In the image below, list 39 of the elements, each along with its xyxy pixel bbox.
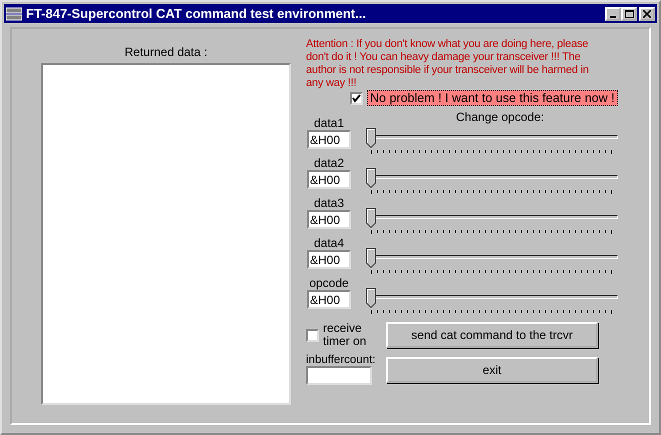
field-label: opcode — [309, 276, 349, 290]
slider-thumb[interactable] — [366, 208, 376, 228]
minimize-button[interactable] — [605, 6, 621, 20]
slider-track[interactable] — [366, 168, 618, 188]
returned-data-label: Returned data : — [124, 45, 208, 59]
confirm-label: No problem ! I want to use this feature now ! — [367, 90, 618, 106]
field-label: data2 — [314, 156, 344, 170]
maximize-button[interactable] — [621, 6, 637, 20]
hex-input[interactable]: &H00 — [307, 250, 351, 269]
app-icon — [6, 6, 22, 20]
hex-input[interactable]: &H00 — [307, 130, 351, 149]
hex-input[interactable]: &H00 — [307, 210, 351, 229]
slider-thumb[interactable] — [366, 248, 376, 268]
field-label: data3 — [314, 196, 344, 210]
hex-input[interactable]: &H00 — [307, 290, 351, 309]
timer-label: receive timer on — [323, 322, 368, 348]
exit-button[interactable]: exit — [386, 356, 598, 382]
slider-thumb[interactable] — [366, 128, 376, 148]
inbuffercount-label: inbuffercount: — [306, 354, 372, 366]
window-title: FT-847-Supercontrol CAT command test environment... — [26, 6, 367, 21]
minimize-icon — [610, 16, 616, 18]
field-label: data4 — [314, 236, 344, 250]
inbuffercount-field[interactable] — [306, 366, 372, 385]
slider-thumb[interactable] — [366, 168, 376, 188]
hex-input[interactable]: &H00 — [307, 170, 351, 189]
field-label: data1 — [314, 116, 344, 130]
slider-track[interactable] — [366, 248, 618, 268]
warning-text: Attention : If you don't know what you are doing here, please don't do it ! You can heavy damage your transceiver !!! The author is not responsible if your transceiver will be harmed in any way !!! — [306, 38, 590, 90]
close-button[interactable] — [639, 6, 655, 20]
timer-checkbox[interactable] — [306, 328, 319, 342]
slider-track[interactable] — [366, 128, 618, 148]
close-icon — [643, 10, 651, 18]
maximize-icon — [624, 10, 634, 18]
send-button[interactable]: send cat command to the trcvr — [386, 322, 598, 348]
slider-track[interactable] — [366, 208, 618, 228]
confirm-checkbox[interactable] — [350, 92, 363, 104]
slider-heading: Change opcode: — [456, 110, 546, 124]
slider-track[interactable] — [366, 288, 618, 308]
slider-thumb[interactable] — [366, 288, 376, 308]
